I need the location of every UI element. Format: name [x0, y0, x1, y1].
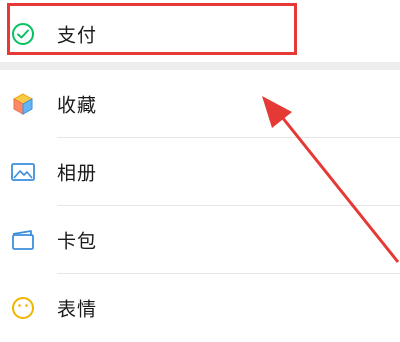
annotation-arrow: [262, 96, 400, 263]
